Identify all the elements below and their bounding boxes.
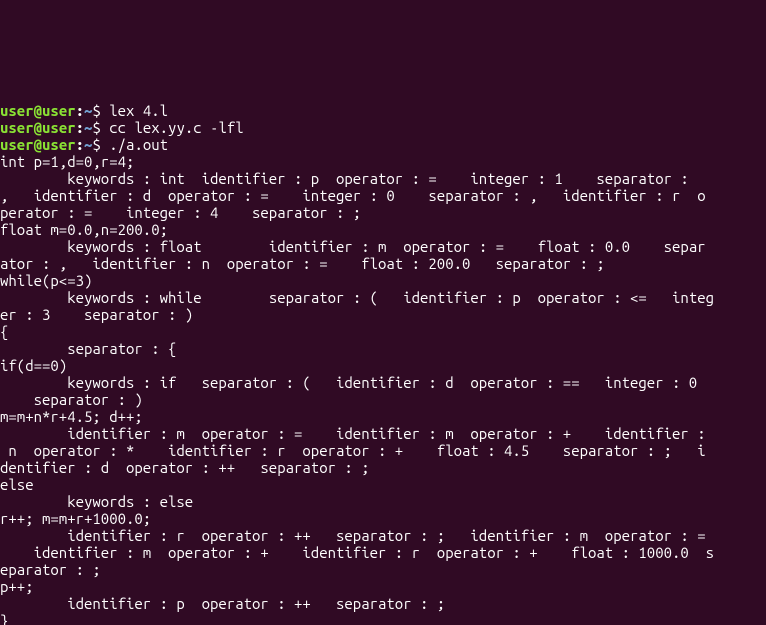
output-line: identifier : r operator : ++ separator :… (0, 527, 706, 544)
prompt-at: @ (34, 136, 42, 153)
output-line: p++; (0, 578, 34, 595)
output-line: eparator : ; (0, 561, 109, 578)
output-line: perator : = integer : 4 separator : ; (0, 204, 370, 221)
output-line: while(p<=3) (0, 272, 92, 289)
output-line: dentifier : d operator : ++ separator : … (0, 459, 378, 476)
output-line: keywords : else (0, 493, 202, 510)
prompt-host: user (42, 102, 76, 119)
prompt-colon: : (76, 102, 84, 119)
output-line: , identifier : d operator : = integer : … (0, 187, 706, 204)
output-line: keywords : while separator : ( identifie… (0, 289, 714, 306)
output-line: keywords : float identifier : m operator… (0, 238, 706, 255)
prompt-host: user (42, 119, 76, 136)
prompt-colon: : (76, 136, 84, 153)
prompt-user: user (0, 119, 34, 136)
prompt-colon: : (76, 119, 84, 136)
prompt-at: @ (34, 119, 42, 136)
output-line: er : 3 separator : ) (0, 306, 202, 323)
output-line: float m=0.0,n=200.0; (0, 221, 168, 238)
output-line: } (0, 612, 8, 625)
output-line: separator : { (0, 340, 185, 357)
output-line: else (0, 476, 34, 493)
prompt-symbol: $ (92, 136, 100, 153)
prompt-at: @ (34, 102, 42, 119)
output-line: int p=1,d=0,r=4; (0, 153, 134, 170)
prompt-symbol: $ (92, 119, 100, 136)
output-line: m=m+n*r+4.5; d++; (0, 408, 143, 425)
output-line: identifier : m operator : = identifier :… (0, 425, 706, 442)
output-line: keywords : if separator : ( identifier :… (0, 374, 697, 391)
output-line: { (0, 323, 8, 340)
command-line-2[interactable]: cc lex.yy.c -lfl (109, 119, 243, 136)
command-line-1[interactable]: lex 4.l (109, 102, 168, 119)
output-line: keywords : int identifier : p operator :… (0, 170, 697, 187)
prompt-user: user (0, 102, 34, 119)
output-line: separator : ) (0, 391, 151, 408)
command-line-3[interactable]: ./a.out (109, 136, 168, 153)
prompt-symbol: $ (92, 102, 100, 119)
output-line: n operator : * identifier : r operator :… (0, 442, 706, 459)
output-line: if(d==0) (0, 357, 67, 374)
prompt-host: user (42, 136, 76, 153)
output-line: r++; m=m+r+1000.0; (0, 510, 151, 527)
output-line: identifier : m operator : + identifier :… (0, 544, 714, 561)
output-line: identifier : p operator : ++ separator :… (0, 595, 454, 612)
terminal-window[interactable]: user@user:~$ lex 4.l user@user:~$ cc lex… (0, 85, 766, 625)
output-line: ator : , identifier : n operator : = flo… (0, 255, 613, 272)
prompt-user: user (0, 136, 34, 153)
